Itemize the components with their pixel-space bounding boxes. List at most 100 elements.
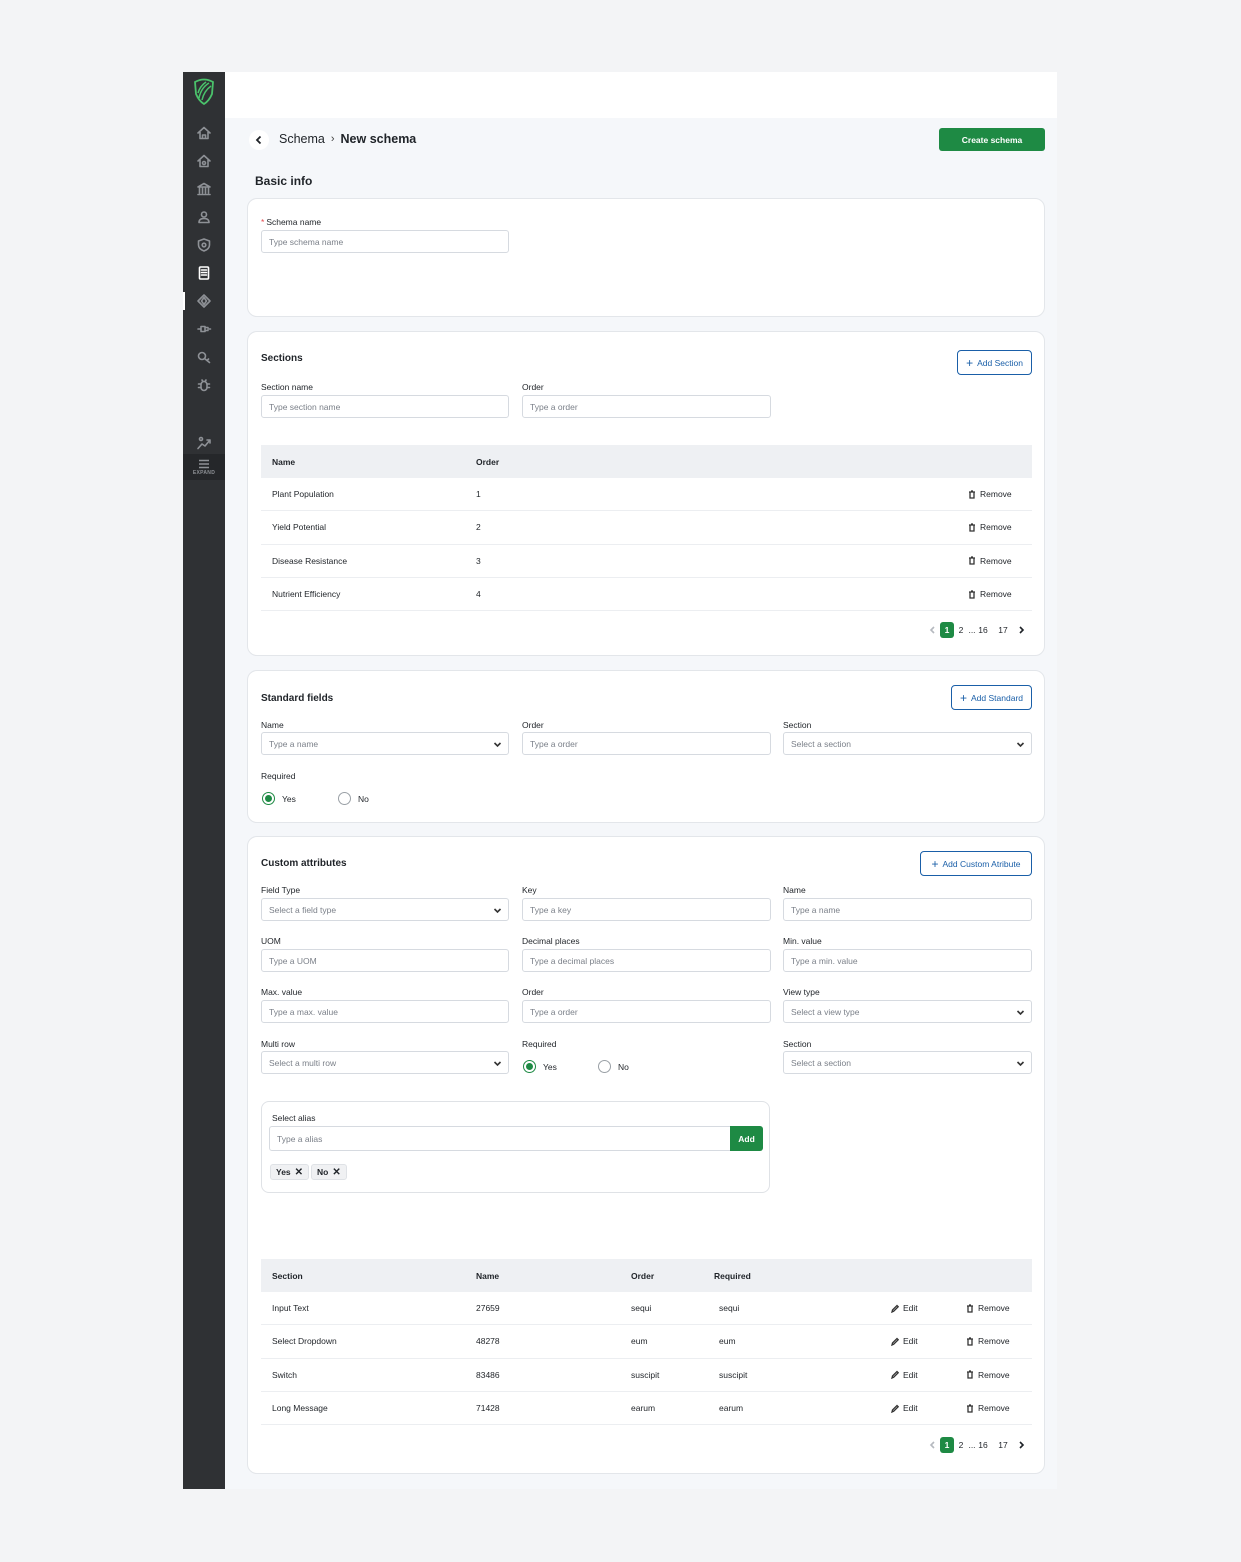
user-icon[interactable] <box>194 207 214 227</box>
row-order: earum <box>631 1403 656 1414</box>
plus-icon: + <box>931 856 939 871</box>
row-order: sequi <box>631 1303 652 1314</box>
row-name: Disease Resistance <box>272 555 348 566</box>
min-value-placeholder: Type a min. value <box>791 955 858 966</box>
alias-tag-label: No <box>317 1167 329 1177</box>
remove-button[interactable]: Remove <box>968 522 1012 532</box>
basic-info-title: Basic info <box>255 174 313 188</box>
home-icon[interactable] <box>194 123 214 143</box>
edit-label: Edit <box>903 1369 918 1380</box>
page-current[interactable]: 1 <box>940 1437 954 1453</box>
key-input[interactable]: Type a key <box>522 898 771 921</box>
row-name: 83486 <box>476 1369 500 1380</box>
custom-order-input[interactable]: Type a order <box>522 1000 771 1023</box>
remove-button[interactable]: Remove <box>968 556 1012 566</box>
column-header-order: Order <box>631 1270 655 1281</box>
standard-order-input[interactable]: Type a order <box>522 732 771 755</box>
create-schema-button[interactable]: Create schema <box>939 128 1045 151</box>
remove-button[interactable]: Remove <box>968 589 1012 599</box>
schema-name-input[interactable]: Type schema name <box>261 230 509 253</box>
schema-icon[interactable] <box>194 291 214 311</box>
table-header: Name Order <box>261 445 1032 478</box>
add-alias-button[interactable]: Add <box>730 1126 763 1151</box>
close-icon[interactable]: ✕ <box>295 1167 303 1178</box>
bank-icon[interactable] <box>194 179 214 199</box>
min-value-input[interactable]: Type a min. value <box>783 949 1032 972</box>
row-name: 71428 <box>476 1403 500 1414</box>
standard-section-label: Section <box>783 720 812 730</box>
uom-input[interactable]: Type a UOM <box>261 949 509 972</box>
brand-logo-icon[interactable] <box>192 76 216 106</box>
standard-section-placeholder: Select a section <box>791 738 852 749</box>
remove-label: Remove <box>978 1403 1010 1414</box>
custom-order-placeholder: Type a order <box>530 1006 578 1017</box>
remove-button[interactable]: Remove <box>968 489 1012 499</box>
plug-icon[interactable] <box>194 319 214 339</box>
standard-required-yes[interactable]: Yes <box>262 792 296 805</box>
breadcrumb-schema[interactable]: Schema <box>279 132 325 146</box>
alias-input[interactable]: Type a alias <box>269 1126 731 1151</box>
max-value-input[interactable]: Type a max. value <box>261 1000 509 1023</box>
remove-button[interactable]: Remove <box>966 1403 1010 1413</box>
next-page-button[interactable] <box>1014 622 1028 638</box>
prev-page-button[interactable] <box>926 622 940 638</box>
growth-icon[interactable] <box>194 433 214 453</box>
page-16[interactable]: 16 <box>976 622 990 638</box>
remove-button[interactable]: Remove <box>966 1336 1010 1346</box>
chevron-down-icon <box>493 908 502 914</box>
edit-button[interactable]: Edit <box>891 1370 918 1380</box>
custom-required-no[interactable]: No <box>598 1060 629 1073</box>
key-search-icon[interactable] <box>194 347 214 367</box>
page-16[interactable]: 16 <box>976 1437 990 1453</box>
home-alt-icon[interactable] <box>194 151 214 171</box>
page-current[interactable]: 1 <box>940 622 954 638</box>
next-page-button[interactable] <box>1014 1437 1028 1453</box>
standard-required-no[interactable]: No <box>338 792 369 805</box>
chevron-down-icon <box>493 742 502 748</box>
chevron-left-icon <box>255 135 262 145</box>
name-input[interactable]: Type a name <box>783 898 1032 921</box>
sidebar-expand-button[interactable]: EXPAND <box>183 454 225 480</box>
page-2[interactable]: 2 <box>954 1437 968 1453</box>
remove-button[interactable]: Remove <box>966 1370 1010 1380</box>
standard-section-select[interactable]: Select a section <box>783 732 1032 755</box>
remove-label: Remove <box>978 1303 1010 1314</box>
custom-required-yes[interactable]: Yes <box>523 1060 557 1073</box>
custom-section-select[interactable]: Select a section <box>783 1051 1032 1074</box>
add-section-button[interactable]: + Add Section <box>957 350 1032 375</box>
standard-name-select[interactable]: Type a name <box>261 732 509 755</box>
page-17[interactable]: 17 <box>996 622 1010 638</box>
add-custom-attribute-button[interactable]: + Add Custom Atribute <box>920 851 1032 876</box>
sections-title: Sections <box>261 353 303 364</box>
decimal-places-label: Decimal places <box>522 936 580 946</box>
document-icon[interactable] <box>194 263 214 283</box>
alias-placeholder: Type a alias <box>277 1133 323 1144</box>
sidebar-expand-label: EXPAND <box>192 469 216 476</box>
field-type-select[interactable]: Select a field type <box>261 898 509 921</box>
add-standard-button[interactable]: + Add Standard <box>951 685 1032 710</box>
prev-page-button[interactable] <box>926 1437 940 1453</box>
chevron-down-icon <box>1016 742 1025 748</box>
section-name-input[interactable]: Type section name <box>261 395 509 418</box>
shield-icon[interactable] <box>194 235 214 255</box>
multi-row-select[interactable]: Select a multi row <box>261 1051 509 1074</box>
page-17[interactable]: 17 <box>996 1437 1010 1453</box>
trash-icon <box>969 556 975 565</box>
edit-button[interactable]: Edit <box>891 1303 918 1313</box>
back-button[interactable] <box>249 130 269 150</box>
plus-icon: + <box>966 355 974 370</box>
remove-button[interactable]: Remove <box>966 1303 1010 1313</box>
decimal-places-input[interactable]: Type a decimal places <box>522 949 771 972</box>
custom-attributes-table: Section Name Order Required Input Text 2… <box>261 1259 1032 1426</box>
plus-icon: + <box>960 690 968 705</box>
close-icon[interactable]: ✕ <box>332 1167 340 1178</box>
edit-button[interactable]: Edit <box>891 1336 918 1346</box>
section-order-input[interactable]: Type a order <box>522 395 771 418</box>
standard-name-placeholder: Type a name <box>269 738 319 749</box>
bug-icon[interactable] <box>194 375 214 395</box>
row-name: Nutrient Efficiency <box>272 589 341 600</box>
view-type-select[interactable]: Select a view type <box>783 1000 1032 1023</box>
page-2[interactable]: 2 <box>954 622 968 638</box>
table-row: Select Dropdown 48278 eum eum Edit Remov… <box>261 1325 1032 1359</box>
edit-button[interactable]: Edit <box>891 1403 918 1413</box>
